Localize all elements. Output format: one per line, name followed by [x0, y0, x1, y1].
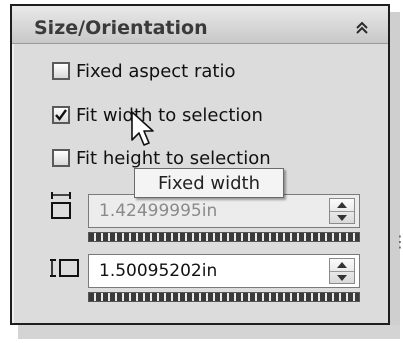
fixed-aspect-ratio-option[interactable]: Fixed aspect ratio — [52, 58, 235, 84]
tooltip: Fixed width — [134, 168, 284, 198]
fit-height-checkbox[interactable] — [52, 149, 70, 167]
arrow-up-icon — [337, 202, 347, 208]
fit-width-checkbox[interactable] — [52, 106, 70, 124]
width-input[interactable] — [89, 195, 319, 227]
fit-height-label: Fit height to selection — [76, 147, 271, 169]
panel-header[interactable]: Size/Orientation — [12, 6, 388, 44]
panel-title: Size/Orientation — [34, 17, 208, 39]
checkmark-icon — [55, 109, 67, 121]
width-decrement-button[interactable] — [330, 211, 354, 224]
fixed-height-icon — [50, 259, 79, 277]
fit-width-label: Fit width to selection — [76, 104, 263, 126]
fixed-width-icon — [51, 192, 71, 219]
width-increment-button[interactable] — [330, 199, 354, 211]
height-spinbox[interactable] — [80, 254, 368, 302]
width-spin-buttons[interactable] — [329, 198, 355, 224]
fixed-aspect-ratio-label: Fixed aspect ratio — [76, 60, 236, 82]
width-thumbwheel[interactable] — [88, 232, 360, 242]
fit-width-option[interactable]: Fit width to selection — [52, 102, 263, 128]
arrow-down-icon — [337, 275, 347, 281]
arrow-down-icon — [337, 215, 347, 221]
height-thumbwheel[interactable] — [88, 292, 360, 302]
height-input[interactable] — [89, 255, 319, 287]
height-decrement-button[interactable] — [330, 271, 354, 284]
height-increment-button[interactable] — [330, 259, 354, 271]
arrow-up-icon — [337, 262, 347, 268]
double-chevron-up-icon[interactable] — [348, 14, 376, 42]
width-field[interactable] — [88, 194, 360, 228]
panel-resize-handle[interactable]: ⋮ — [392, 232, 403, 251]
height-spin-buttons[interactable] — [329, 258, 355, 284]
panel-shadow-right — [390, 12, 400, 339]
panel-shadow-bottom — [18, 325, 400, 339]
mouse-cursor-icon — [131, 111, 154, 146]
fixed-aspect-ratio-checkbox[interactable] — [52, 62, 70, 80]
width-spinbox[interactable] — [80, 194, 368, 242]
height-field[interactable] — [88, 254, 360, 288]
